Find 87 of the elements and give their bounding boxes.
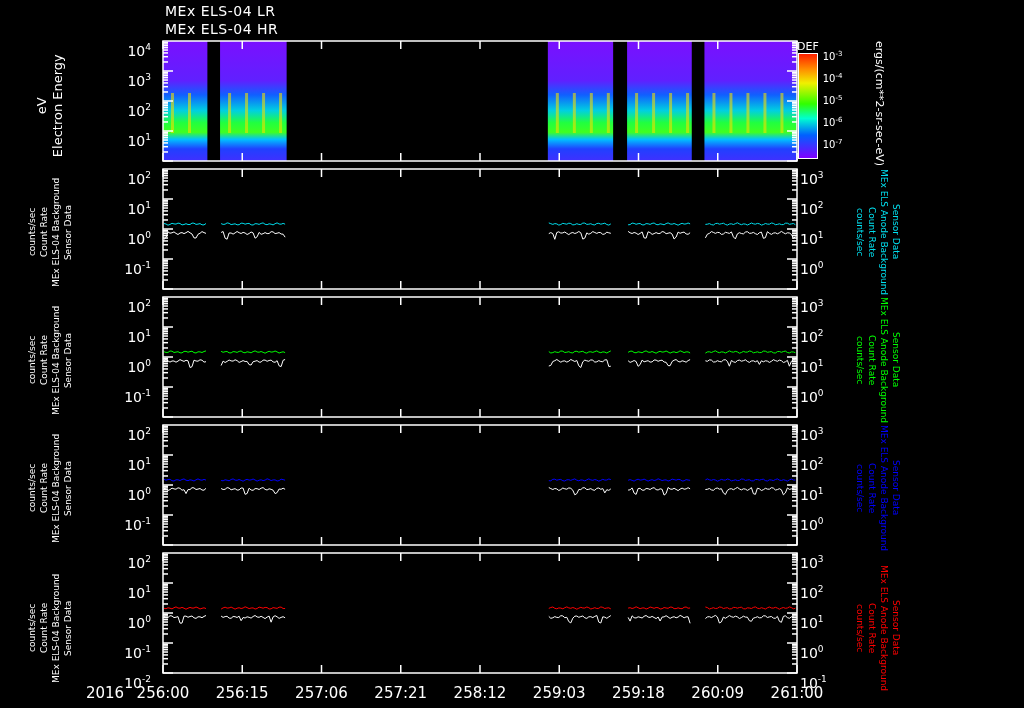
- axis-label: counts/sec: [27, 335, 37, 385]
- axis-label: counts/sec: [27, 207, 37, 257]
- axis-label: Count Rate: [39, 462, 49, 514]
- colorbar-title: DEF: [797, 41, 819, 53]
- axis-label: MEx ELS Anode Background: [879, 425, 889, 552]
- axis-tick-label: 10$^{1}$: [127, 199, 151, 217]
- axis-label: Sensor Data: [891, 332, 901, 388]
- colorbar-unit-label: ergs/(cm**2-sr-sec-eV): [873, 41, 886, 167]
- axis-label: Sensor Data: [891, 204, 901, 260]
- axis-tick-label: 10$^{4}$: [127, 41, 151, 59]
- axis-label: Count Rate: [867, 602, 877, 654]
- axis-label: counts/sec: [27, 603, 37, 653]
- axis-label: counts/sec: [855, 603, 865, 653]
- axis-label: Sensor Data: [891, 600, 901, 656]
- axis-label: counts/sec: [855, 335, 865, 385]
- axis-tick-label: 10$^{2}$: [800, 327, 824, 345]
- axis-tick-label: 10$^{1}$: [800, 357, 824, 375]
- axis-tick-label: 10$^{1}$: [127, 583, 151, 601]
- axis-tick-label: 259:03: [532, 684, 586, 702]
- axis-tick-label: 10$^{1}$: [800, 485, 824, 503]
- colorbar-tick-label: 10$^{-5}$: [822, 93, 843, 108]
- axis-tick-label: 10$^{0}$: [800, 259, 824, 277]
- axis-label: counts/sec: [855, 463, 865, 513]
- axis-label: Sensor Data: [63, 332, 73, 388]
- axis-label: MEx ELS-04 Background: [51, 177, 61, 287]
- axis-label: Electron Energy: [51, 54, 65, 158]
- axis-label: counts/sec: [855, 207, 865, 257]
- axis-tick-label: 10$^{1}$: [127, 327, 151, 345]
- axis-label: counts/sec: [27, 463, 37, 513]
- axis-tick-label: 10$^{0}$: [127, 613, 151, 631]
- axis-tick-label: 256:15: [215, 684, 269, 702]
- axis-label: MEx ELS Anode Background: [879, 564, 889, 692]
- axis-tick-label: 10$^{2}$: [800, 199, 824, 217]
- year-label: 2016: [85, 684, 125, 702]
- axis-tick-label: 10$^{-1}$: [124, 643, 151, 661]
- axis-tick-label: 10$^{-1}$: [124, 515, 151, 533]
- axis-tick-label: 260:09: [691, 684, 745, 702]
- axis-tick-label: 10$^{0}$: [127, 485, 151, 503]
- axis-tick-label: 10$^{0}$: [800, 643, 824, 661]
- axis-label: Count Rate: [867, 462, 877, 514]
- axis-tick-label: 10$^{1}$: [800, 613, 824, 631]
- axis-tick-label: 10$^{2}$: [127, 297, 151, 315]
- axis-tick-label: 10$^{3}$: [800, 553, 824, 571]
- axis-label: eV: [35, 97, 49, 115]
- axis-tick-label: 10$^{2}$: [800, 455, 824, 473]
- axis-label: Count Rate: [867, 334, 877, 386]
- axis-label: Count Rate: [867, 206, 877, 258]
- axis-label: MEx ELS-04 Background: [51, 573, 61, 683]
- axis-tick-label: 10$^{3}$: [800, 169, 824, 187]
- axis-tick-label: 257:21: [374, 684, 428, 702]
- axis-label: Count Rate: [39, 334, 49, 386]
- axis-tick-label: 257:06: [295, 684, 348, 702]
- plot-title: MEx ELS-04 LR: [165, 2, 277, 20]
- axis-tick-label: 10$^{0}$: [127, 357, 151, 375]
- axis-label: MEx ELS-04 Background: [51, 433, 61, 543]
- axis-label: Sensor Data: [63, 600, 73, 656]
- axis-label: Count Rate: [39, 602, 49, 654]
- axis-label: MEx ELS Anode Background: [879, 169, 889, 296]
- axis-tick-label: 10$^{2}$: [127, 169, 151, 187]
- axis-label: MEx ELS-04 Background: [51, 305, 61, 415]
- axis-tick-label: 258:12: [453, 684, 507, 702]
- axis-tick-label: 10$^{2}$: [800, 583, 824, 601]
- axis-label: Sensor Data: [63, 460, 73, 516]
- plot-title: MEx ELS-04 HR: [165, 20, 280, 38]
- axis-tick-label: 10$^{-1}$: [124, 259, 151, 277]
- colorbar-tick-label: 10$^{-6}$: [822, 115, 843, 130]
- axis-tick-label: 10$^{0}$: [800, 387, 824, 405]
- axis-label: MEx ELS Anode Background: [879, 297, 889, 424]
- axis-tick-label: 10$^{1}$: [127, 131, 151, 149]
- axis-label: Sensor Data: [63, 204, 73, 260]
- colorbar-tick-label: 10$^{-7}$: [822, 137, 843, 152]
- axis-tick-label: 10$^{0}$: [127, 229, 151, 247]
- axis-tick-label: 259:18: [612, 684, 665, 702]
- axis-tick-label: 10$^{0}$: [800, 515, 824, 533]
- axis-tick-label: 10$^{1}$: [127, 455, 151, 473]
- axis-tick-label: 10$^{1}$: [800, 229, 824, 247]
- axis-label: Sensor Data: [891, 460, 901, 516]
- axis-tick-label: 10$^{3}$: [800, 297, 824, 315]
- axis-label: Count Rate: [39, 206, 49, 258]
- axis-tick-label: 10$^{3}$: [800, 425, 824, 443]
- colorbar-tick-label: 10$^{-3}$: [822, 49, 843, 64]
- axis-tick-label: 10$^{3}$: [127, 71, 151, 89]
- axis-tick-label: 10$^{2}$: [127, 425, 151, 443]
- axis-tick-label: 10$^{2}$: [127, 553, 151, 571]
- colorbar-tick-label: 10$^{-4}$: [822, 71, 843, 86]
- axis-tick-label: 10$^{2}$: [127, 101, 151, 119]
- axis-tick-label: 10$^{-1}$: [124, 387, 151, 405]
